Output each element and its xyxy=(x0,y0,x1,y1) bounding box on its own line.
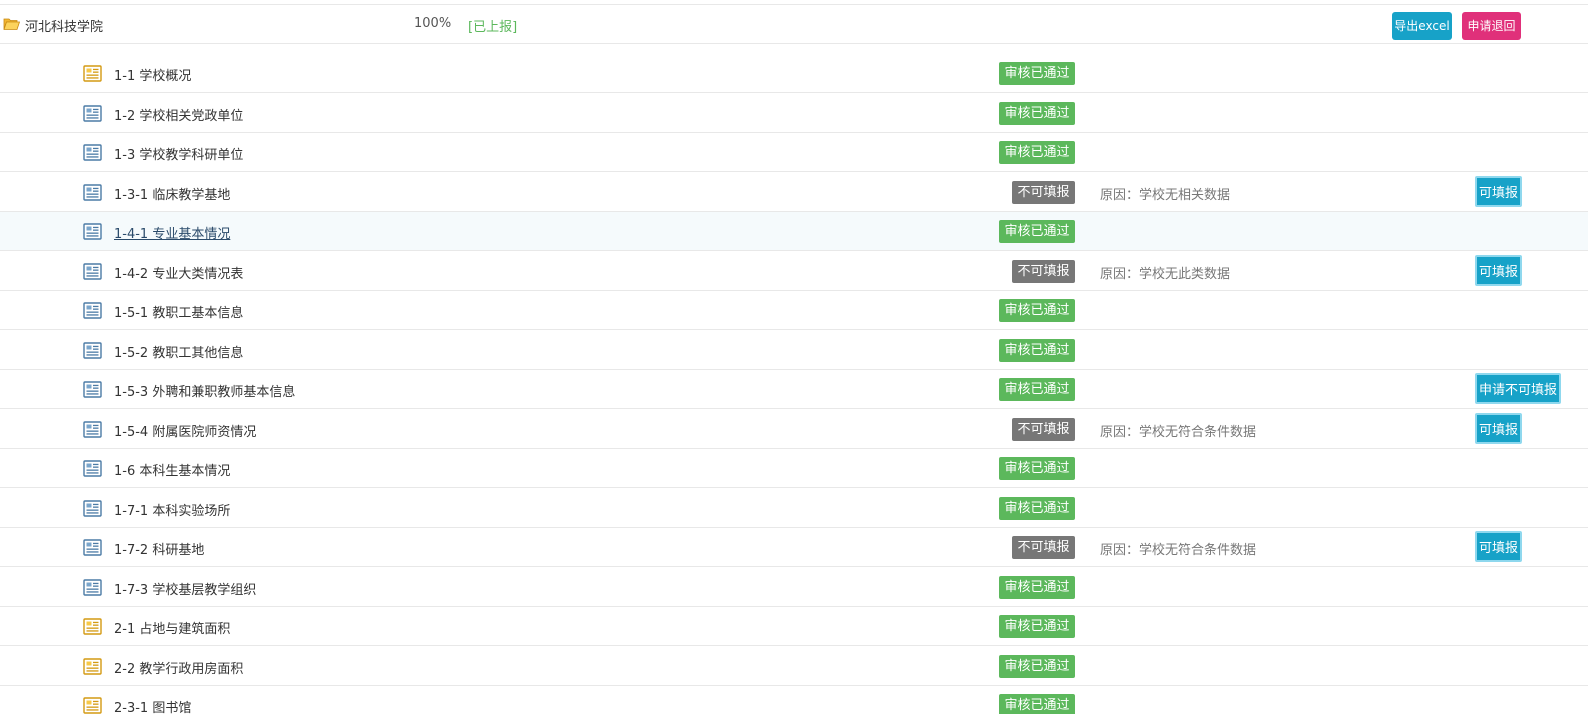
table-report-blue-icon xyxy=(83,104,102,122)
status-badge-not-fillable: 不可填报 xyxy=(1012,417,1075,441)
status-badge-approved: 审核已通过 xyxy=(999,654,1075,678)
row-table-name[interactable]: 2-2 教学行政用房面积 xyxy=(114,658,243,677)
can-fill-button[interactable]: 可填报 xyxy=(1475,175,1522,207)
row-reason: 原因：学校无符合条件数据 xyxy=(1100,424,1257,440)
row-table-name[interactable]: 1-7-2 科研基地 xyxy=(114,539,204,558)
row-reason: 原因：学校无相关数据 xyxy=(1100,187,1231,203)
row-table-name[interactable]: 1-3 学校教学科研单位 xyxy=(114,144,243,163)
table-row: 1-3-1 临床教学基地 不可填报 原因：学校无相关数据 可填报 xyxy=(0,173,1588,212)
table-report-blue-icon xyxy=(83,144,102,161)
table-row: 2-2 教学行政用房面积 审核已通过 xyxy=(0,647,1588,686)
table-report-blue-icon xyxy=(83,420,102,438)
table-report-yellow-icon xyxy=(83,697,102,714)
can-fill-button[interactable]: 可填报 xyxy=(1475,412,1522,444)
row-reason: 原因：学校无符合条件数据 xyxy=(1100,543,1257,558)
row-reason: 原因：学校无此类数据 xyxy=(1100,266,1231,282)
row-table-name[interactable]: 2-3-1 图书馆 xyxy=(114,697,191,714)
status-badge-approved: 审核已通过 xyxy=(999,575,1075,599)
table-row: 2-3-1 图书馆 审核已通过 xyxy=(0,686,1588,714)
table-row: 1-1 学校概况 审核已通过 xyxy=(0,54,1588,93)
status-badge-not-fillable: 不可填报 xyxy=(1012,180,1075,204)
table-row: 1-7-2 科研基地 不可填报 原因：学校无符合条件数据 可填报 xyxy=(0,528,1588,567)
row-table-name[interactable]: 1-3-1 临床教学基地 xyxy=(114,184,230,203)
status-badge-approved: 审核已通过 xyxy=(999,220,1075,243)
export-excel-button[interactable]: 导出excel xyxy=(1392,12,1452,40)
row-table-name[interactable]: 1-5-3 外聘和兼职教师基本信息 xyxy=(114,381,295,400)
table-row: 1-5-2 教职工其他信息 审核已通过 xyxy=(0,331,1588,370)
row-table-name[interactable]: 1-4-2 专业大类情况表 xyxy=(114,263,243,282)
status-badge-not-fillable: 不可填报 xyxy=(1012,259,1075,283)
status-badge-approved: 审核已通过 xyxy=(999,457,1075,480)
row-table-name[interactable]: 1-5-2 教职工其他信息 xyxy=(114,342,243,361)
row-table-name[interactable]: 1-2 学校相关党政单位 xyxy=(114,105,243,124)
status-badge-approved: 审核已通过 xyxy=(999,378,1075,401)
row-table-name[interactable]: 2-1 占地与建筑面积 xyxy=(114,618,230,637)
table-report-blue-icon xyxy=(83,183,102,201)
table-report-blue-icon xyxy=(83,499,102,517)
table-row: 1-6 本科生基本情况 审核已通过 xyxy=(0,449,1588,488)
status-badge-approved: 审核已通过 xyxy=(999,615,1075,638)
completion-percent: 100% xyxy=(414,16,452,31)
table-report-yellow-icon xyxy=(83,65,102,82)
folder-open-icon xyxy=(3,18,20,30)
table-row: 1-5-3 外聘和兼职教师基本信息 审核已通过 申请不可填报 xyxy=(0,370,1588,409)
table-row: 1-2 学校相关党政单位 审核已通过 xyxy=(0,94,1588,133)
table-row: 1-5-4 附属医院师资情况 不可填报 原因：学校无符合条件数据 可填报 xyxy=(0,410,1588,449)
table-report-blue-icon xyxy=(83,341,102,359)
table-report-blue-icon xyxy=(83,302,102,319)
status-badge-approved: 审核已通过 xyxy=(999,496,1075,520)
status-badge-approved: 审核已通过 xyxy=(999,62,1075,85)
report-page: 河北科技学院 100% [已上报] 导出excel 申请退回 1-1 学校概况审… xyxy=(0,0,1588,714)
can-fill-button[interactable]: 可填报 xyxy=(1475,531,1522,562)
row-table-name[interactable]: 1-7-3 学校基层教学组织 xyxy=(114,579,256,598)
can-fill-button[interactable]: 可填报 xyxy=(1475,254,1522,286)
status-badge-approved: 审核已通过 xyxy=(999,101,1075,125)
reported-status: [已上报] xyxy=(468,20,518,35)
table-report-yellow-icon xyxy=(83,618,102,635)
status-badge-approved: 审核已通过 xyxy=(999,694,1075,714)
row-table-name[interactable]: 1-7-1 本科实验场所 xyxy=(114,500,230,519)
table-report-blue-icon xyxy=(83,262,102,280)
status-badge-approved: 审核已通过 xyxy=(999,338,1075,362)
table-row: 2-1 占地与建筑面积 审核已通过 xyxy=(0,607,1588,646)
row-table-name[interactable]: 1-5-1 教职工基本信息 xyxy=(114,302,243,321)
row-table-name[interactable]: 1-6 本科生基本情况 xyxy=(114,460,230,479)
row-table-name[interactable]: 1-5-4 附属医院师资情况 xyxy=(114,421,256,440)
table-report-blue-icon xyxy=(83,460,102,477)
table-row: 1-3 学校教学科研单位 审核已通过 xyxy=(0,133,1588,172)
row-table-name[interactable]: 1-1 学校概况 xyxy=(114,65,191,84)
row-table-name[interactable]: 1-4-1 专业基本情况 xyxy=(114,223,230,242)
table-row: 1-7-3 学校基层教学组织 审核已通过 xyxy=(0,568,1588,607)
status-badge-approved: 审核已通过 xyxy=(999,299,1075,322)
table-report-blue-icon xyxy=(83,223,102,240)
status-badge-not-fillable: 不可填报 xyxy=(1012,536,1075,559)
table-report-blue-icon xyxy=(83,381,102,398)
table-report-yellow-icon xyxy=(83,657,102,675)
table-row: 1-7-1 本科实验场所 审核已通过 xyxy=(0,489,1588,528)
table-report-blue-icon xyxy=(83,539,102,556)
table-report-blue-icon xyxy=(83,578,102,596)
apply-not-fillable-button[interactable]: 申请不可填报 xyxy=(1475,373,1561,404)
table-row: 1-4-2 专业大类情况表 不可填报 原因：学校无此类数据 可填报 xyxy=(0,252,1588,291)
table-row: 1-4-1 专业基本情况 审核已通过 xyxy=(0,212,1588,251)
status-badge-approved: 审核已通过 xyxy=(999,141,1075,164)
school-header-row: 河北科技学院 100% [已上报] 导出excel 申请退回 xyxy=(0,4,1588,44)
apply-return-button[interactable]: 申请退回 xyxy=(1462,12,1521,40)
school-name: 河北科技学院 xyxy=(25,20,104,35)
table-row: 1-5-1 教职工基本信息 审核已通过 xyxy=(0,291,1588,330)
